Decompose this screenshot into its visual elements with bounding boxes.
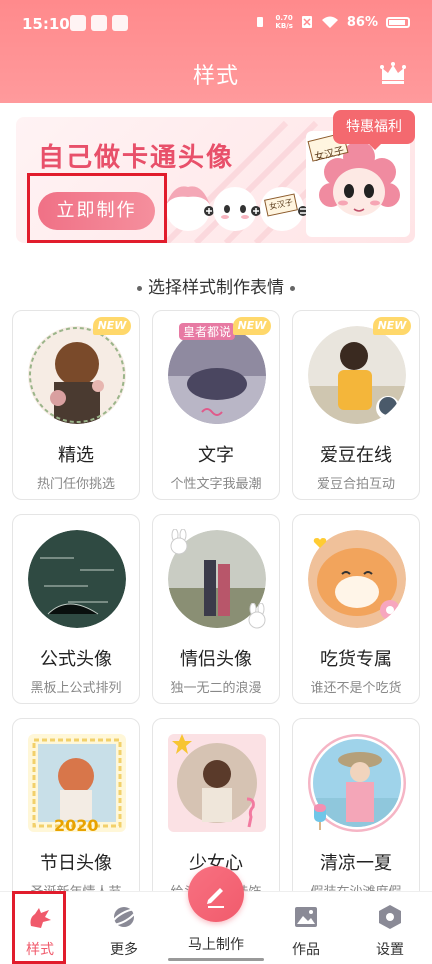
nav-label: 作品 (292, 942, 320, 958)
text-thumbnail (168, 326, 266, 424)
net-speed: 0.70 KB/s (275, 14, 292, 30)
new-tag: NEW (373, 317, 411, 335)
style-card-formula[interactable]: 公式头像 黑板上公式排列 (12, 514, 140, 704)
style-card-foodie[interactable]: 吃货专属 谁还不是个吃货 (292, 514, 420, 704)
status-right: 0.70 KB/s 86% (253, 14, 410, 30)
nav-styles-highlight (12, 891, 66, 964)
wifi-icon (321, 16, 338, 28)
status-app-icons (70, 15, 128, 31)
face-step-2 (213, 187, 257, 231)
card-name: 吃货专属 (320, 649, 392, 670)
card-desc: 独一无二的浪漫 (170, 681, 262, 696)
nav-item-works[interactable]: 作品 (266, 892, 346, 964)
section-dot-left (137, 285, 142, 291)
new-tag: NEW (93, 317, 131, 335)
make-now-fab[interactable] (188, 866, 244, 922)
idol-thumbnail (308, 326, 406, 424)
text-thumb-overlay: 皇者都说 (179, 323, 236, 340)
page-title: 样式 (192, 64, 239, 89)
card-name: 文字 (198, 445, 234, 466)
formula-thumbnail (28, 530, 126, 628)
settings-hexagon-icon (379, 905, 401, 929)
card-desc: 热门任你挑选 (36, 477, 115, 492)
banner-title: 自己做卡通头像 (38, 143, 235, 173)
style-card-holiday[interactable]: 2020 节日头像 圣诞新年情人节 (12, 718, 140, 908)
style-card-text[interactable]: 皇者都说 NEW 文字 个性文字我最潮 (152, 310, 280, 500)
card-name: 精选 (58, 445, 94, 466)
no-sim-icon (301, 16, 312, 28)
card-name: 公式头像 (40, 649, 112, 670)
card-name: 节日头像 (40, 853, 112, 874)
picture-icon (295, 907, 317, 927)
style-card-featured[interactable]: NEW 精选 热门任你挑选 (12, 310, 140, 500)
planet-icon (111, 907, 137, 927)
header: 15:10 0.70 KB/s 86% 样式 (0, 0, 432, 103)
nav-label: 设置 (376, 942, 404, 958)
style-card-couple[interactable]: 情侣头像 独一无二的浪漫 (152, 514, 280, 704)
new-tag: NEW (233, 317, 271, 335)
crown-icon[interactable] (380, 62, 406, 84)
mail-app-icon (91, 15, 107, 31)
net-speed-value: 0.70 (275, 14, 293, 22)
weibo-app-icon (112, 15, 128, 31)
status-time: 15:10 (22, 15, 70, 33)
flamingo-icon (246, 797, 255, 828)
heart-icon (313, 538, 327, 548)
notification-app-icon (70, 15, 86, 31)
battery-icon (386, 16, 410, 28)
home-indicator (168, 958, 264, 961)
vibrate-icon (257, 17, 264, 27)
net-speed-unit: KB/s (275, 22, 293, 30)
featured-thumbnail (28, 326, 126, 424)
style-card-summer[interactable]: 清凉一夏 假装在沙滩度假 (292, 718, 420, 908)
year-overlay: 2020 (54, 816, 99, 835)
face-step-1 (166, 186, 210, 231)
card-name: 爱豆在线 (320, 445, 392, 466)
card-desc: 黑板上公式排列 (30, 681, 122, 696)
make-now-highlight (27, 173, 167, 243)
card-name: 清凉一夏 (320, 853, 392, 874)
nav-label: 更多 (110, 942, 138, 958)
card-desc: 个性文字我最潮 (170, 477, 262, 492)
nav-label-make-now[interactable]: 马上制作 (176, 934, 256, 954)
style-card-idol[interactable]: NEW 爱豆在线 爱豆合拍互动 (292, 310, 420, 500)
card-desc: 爱豆合拍互动 (316, 477, 395, 492)
section-title-text: 选择样式制作表情 (148, 278, 284, 298)
pencil-icon (207, 888, 224, 908)
card-name: 情侣头像 (180, 649, 252, 670)
section-dot-right (290, 285, 295, 291)
popsicle-icon (314, 804, 326, 830)
nav-item-settings[interactable]: 设置 (350, 892, 430, 964)
card-desc: 谁还不是个吃货 (310, 681, 402, 696)
bunny-icon (170, 529, 188, 555)
nav-item-more[interactable]: 更多 (84, 892, 164, 964)
status-bar: 15:10 0.70 KB/s 86% (0, 10, 432, 38)
bunny-icon (248, 603, 266, 629)
battery-percent: 86% (346, 14, 378, 30)
promo-badge[interactable]: 特惠福利 (333, 110, 415, 150)
section-title: 选择样式制作表情 (0, 273, 432, 298)
star-icon (172, 734, 192, 754)
